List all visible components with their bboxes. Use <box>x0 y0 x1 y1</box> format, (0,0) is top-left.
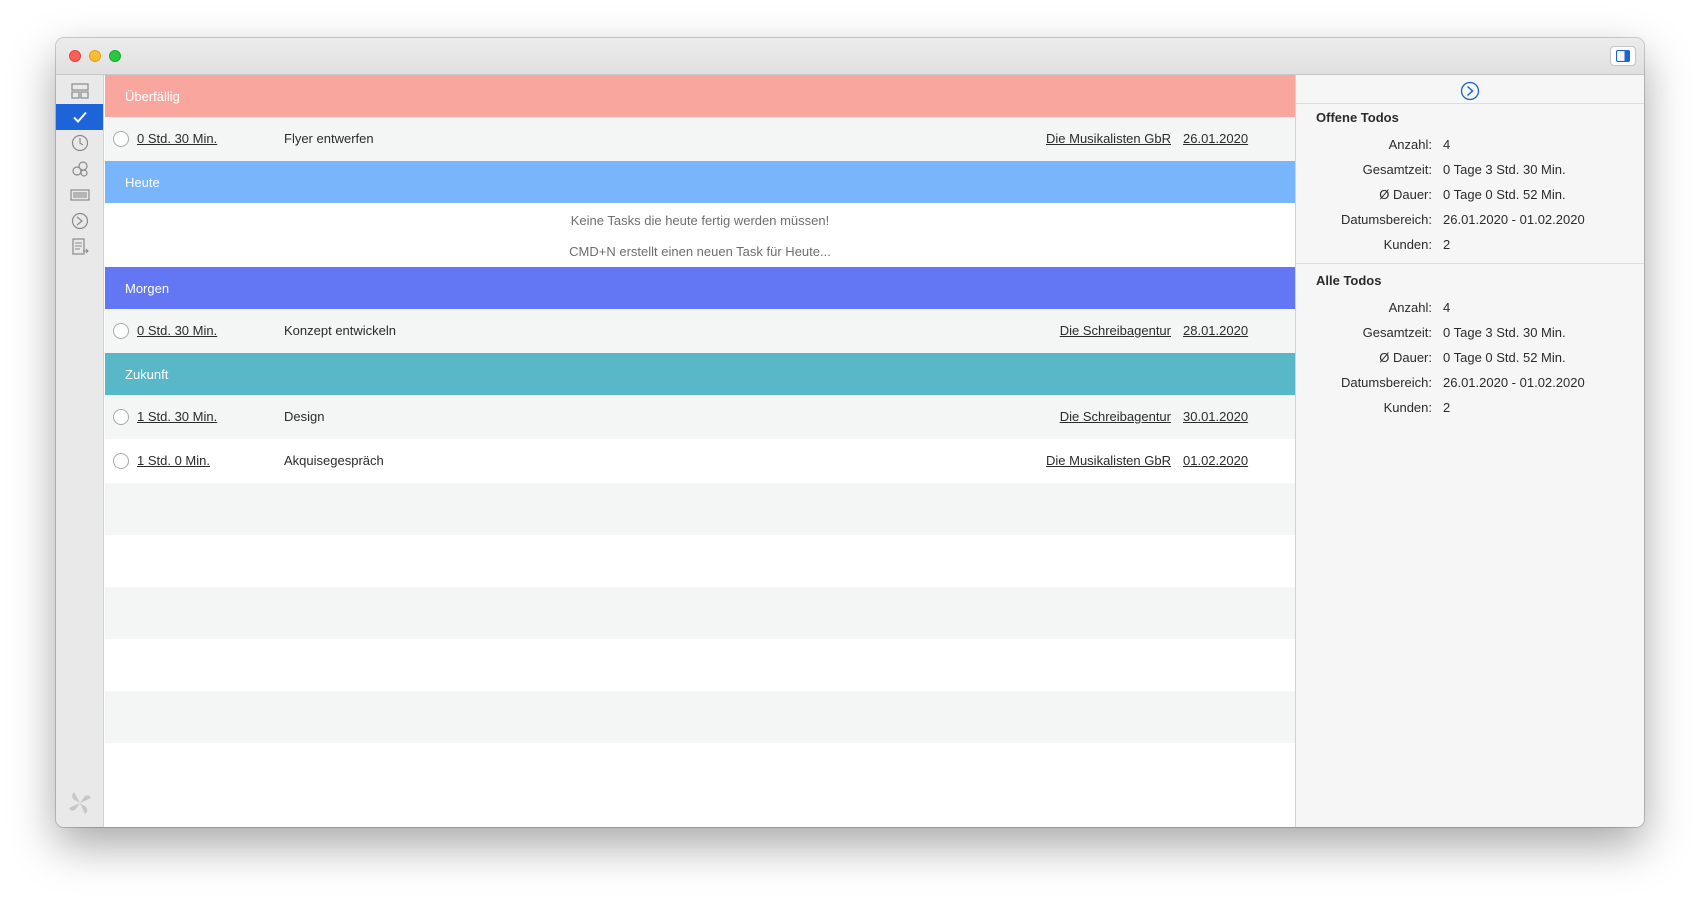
stat-label: Kunden: <box>1383 400 1432 415</box>
open-todos-heading: Offene Todos <box>1316 110 1399 125</box>
reports-icon <box>71 238 89 255</box>
stat-label: Anzahl: <box>1388 137 1432 152</box>
task-checkbox[interactable] <box>113 323 129 339</box>
task-row[interactable]: 0 Std. 30 Min. Flyer entwerfen Die Musik… <box>105 117 1295 161</box>
task-customer-link[interactable]: Die Schreibagentur <box>1060 323 1171 338</box>
zoom-window-button[interactable] <box>109 50 121 62</box>
nav-todos[interactable] <box>56 104 103 130</box>
empty-row <box>105 587 1295 639</box>
todo-list: Überfällig 0 Std. 30 Min. Flyer entwerfe… <box>105 75 1295 827</box>
stat-label: Ø Dauer: <box>1379 187 1432 202</box>
checkmark-icon <box>72 111 87 123</box>
app-window: Überfällig 0 Std. 30 Min. Flyer entwerfe… <box>56 38 1644 827</box>
empty-row <box>105 691 1295 743</box>
task-checkbox[interactable] <box>113 453 129 469</box>
stat-value: 0 Tage 3 Std. 30 Min. <box>1443 325 1566 340</box>
task-row[interactable]: 1 Std. 0 Min. Akquisegespräch Die Musika… <box>105 439 1295 483</box>
minimize-window-button[interactable] <box>89 50 101 62</box>
nav-expenses[interactable] <box>56 208 103 234</box>
task-title: Design <box>284 409 325 424</box>
stat-label: Gesamtzeit: <box>1362 162 1432 177</box>
task-customer-link[interactable]: Die Schreibagentur <box>1060 409 1171 424</box>
stat-value: 4 <box>1443 300 1451 315</box>
task-date-link[interactable]: 01.02.2020 <box>1183 453 1248 468</box>
task-checkbox[interactable] <box>113 131 129 147</box>
task-duration-link[interactable]: 1 Std. 30 Min. <box>137 409 217 424</box>
task-duration-link[interactable]: 1 Std. 0 Min. <box>137 453 210 468</box>
sidebar-right-icon <box>1616 50 1630 62</box>
navigate-circle-icon[interactable] <box>1460 81 1480 101</box>
stat-label: Ø Dauer: <box>1379 350 1432 365</box>
sidebar <box>56 75 104 827</box>
section-header-future: Zukunft <box>105 353 1295 395</box>
clock-icon <box>71 134 88 152</box>
task-checkbox[interactable] <box>113 409 129 425</box>
stat-label: Anzahl: <box>1388 300 1432 315</box>
nav-time-tracking[interactable] <box>56 130 103 156</box>
task-date-link[interactable]: 26.01.2020 <box>1183 131 1248 146</box>
dashboard-icon <box>70 83 89 99</box>
task-row[interactable]: 1 Std. 30 Min. Design Die Schreibagentur… <box>105 395 1295 439</box>
close-window-button[interactable] <box>69 50 81 62</box>
stat-value: 4 <box>1443 137 1451 152</box>
inspector-header <box>1296 75 1644 104</box>
title-bar <box>56 38 1644 75</box>
task-customer-link[interactable]: Die Musikalisten GbR <box>1046 131 1171 146</box>
nav-invoices[interactable] <box>56 182 103 208</box>
empty-row <box>105 483 1295 535</box>
nav-dashboard[interactable] <box>56 78 103 104</box>
section-header-today: Heute <box>105 161 1295 203</box>
section-header-overdue: Überfällig <box>105 75 1295 117</box>
today-empty-hint: CMD+N erstellt einen neuen Task für Heut… <box>569 244 831 259</box>
stat-value: 0 Tage 3 Std. 30 Min. <box>1443 162 1566 177</box>
invoice-icon <box>69 189 90 201</box>
customers-icon <box>71 161 88 177</box>
stat-label: Gesamtzeit: <box>1362 325 1432 340</box>
all-todos-heading: Alle Todos <box>1316 273 1382 288</box>
task-customer-link[interactable]: Die Musikalisten GbR <box>1046 453 1171 468</box>
stat-value: 0 Tage 0 Std. 52 Min. <box>1443 187 1566 202</box>
stat-value: 0 Tage 0 Std. 52 Min. <box>1443 350 1566 365</box>
stat-value: 26.01.2020 - 01.02.2020 <box>1443 212 1585 227</box>
task-title: Flyer entwerfen <box>284 131 374 146</box>
expenses-icon <box>71 212 88 230</box>
stat-value: 2 <box>1443 237 1451 252</box>
inspector-divider <box>1296 263 1644 264</box>
stat-value: 2 <box>1443 400 1451 415</box>
task-row[interactable]: 0 Std. 30 Min. Konzept entwickeln Die Sc… <box>105 309 1295 353</box>
stat-label: Datumsbereich: <box>1340 375 1432 390</box>
task-duration-link[interactable]: 0 Std. 30 Min. <box>137 323 217 338</box>
task-title: Akquisegespräch <box>284 453 384 468</box>
nav-reports[interactable] <box>56 234 103 260</box>
inspector-panel: Offene Todos Anzahl: 4 Gesamtzeit: 0 Tag… <box>1295 75 1644 827</box>
toggle-inspector-button[interactable] <box>1610 46 1636 66</box>
task-date-link[interactable]: 28.01.2020 <box>1183 323 1248 338</box>
section-header-tomorrow: Morgen <box>105 267 1295 309</box>
stat-label: Kunden: <box>1383 237 1432 252</box>
task-duration-link[interactable]: 0 Std. 30 Min. <box>137 131 217 146</box>
nav-customers[interactable] <box>56 156 103 182</box>
stat-value: 26.01.2020 - 01.02.2020 <box>1443 375 1585 390</box>
stat-label: Datumsbereich: <box>1340 212 1432 227</box>
app-logo-icon <box>69 792 91 814</box>
task-title: Konzept entwickeln <box>284 323 397 338</box>
task-date-link[interactable]: 30.01.2020 <box>1183 409 1248 424</box>
today-empty-message: Keine Tasks die heute fertig werden müss… <box>570 213 830 228</box>
